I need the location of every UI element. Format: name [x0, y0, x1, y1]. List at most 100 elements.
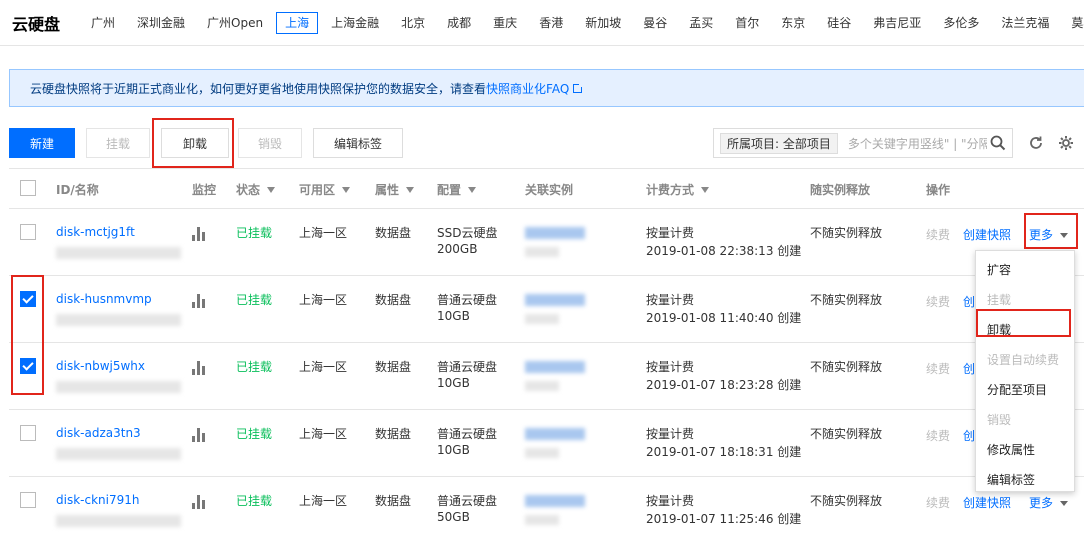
region-tab[interactable]: 法兰克福	[992, 12, 1058, 34]
filter-icon[interactable]	[406, 186, 415, 193]
region-tab[interactable]: 弗吉尼亚	[864, 12, 930, 34]
new-button[interactable]: 新建	[9, 128, 75, 158]
create-snapshot-link[interactable]: 创	[963, 293, 975, 310]
menu-item[interactable]: 扩容	[987, 261, 1011, 278]
filter-icon[interactable]	[468, 186, 477, 193]
col-zone[interactable]: 可用区	[299, 181, 351, 198]
region-tab[interactable]: 新加坡	[576, 12, 630, 34]
instance-link-redacted[interactable]	[525, 294, 585, 306]
region-tab[interactable]: 广州Open	[198, 12, 272, 34]
region-tab[interactable]: 北京	[392, 12, 434, 34]
col-release: 随实例释放	[810, 183, 871, 197]
menu-item: 销毁	[987, 413, 1012, 427]
menu-item: 挂载	[987, 293, 1012, 307]
refresh-icon[interactable]	[1026, 133, 1046, 153]
col-status[interactable]: 状态	[236, 181, 276, 198]
monitor-chart-icon[interactable]	[192, 495, 206, 509]
select-all-checkbox[interactable]	[20, 180, 36, 196]
created-time-text: 2019-01-07 18:18:31 创建	[646, 445, 802, 459]
billing-text: 按量计费	[646, 226, 695, 240]
project-filter-tag[interactable]: 所属项目: 全部项目	[720, 132, 838, 154]
disk-id-link[interactable]: disk-nbwj5whx	[56, 359, 145, 373]
region-tab[interactable]: 成都	[438, 12, 480, 34]
region-tab[interactable]: 曼谷	[634, 12, 676, 34]
table-row: disk-husnmvmp 已挂载 上海一区 数据盘 普通云硬盘 10GB 按量计费 2019…	[9, 276, 1084, 343]
app-title: 云硬盘	[12, 14, 61, 34]
instance-link-redacted[interactable]	[525, 227, 585, 239]
monitor-chart-icon[interactable]	[192, 294, 206, 308]
row-checkbox[interactable]	[20, 425, 36, 441]
col-attr[interactable]: 属性	[375, 181, 415, 198]
region-tab[interactable]: 上海金融	[322, 12, 388, 34]
disk-type-text: 普通云硬盘	[437, 494, 498, 508]
chevron-down-icon	[1060, 501, 1069, 506]
table-row: disk-ckni791h 已挂载 上海一区 数据盘 普通云硬盘 50GB 按量计费 2019…	[9, 477, 1084, 542]
renew-link: 续费	[926, 228, 951, 242]
instance-link-redacted[interactable]	[525, 495, 585, 507]
billing-text: 按量计费	[646, 293, 695, 307]
col-status-label: 状态	[236, 183, 261, 197]
monitor-chart-icon[interactable]	[192, 361, 206, 375]
disk-id-link[interactable]: disk-ckni791h	[56, 493, 139, 507]
region-tab[interactable]: 多伦多	[934, 12, 988, 34]
row-checkbox[interactable]	[20, 492, 36, 508]
filter-icon[interactable]	[342, 186, 351, 193]
region-tab[interactable]: 首尔	[726, 12, 768, 34]
search-box[interactable]: 所属项目: 全部项目 多个关键字用竖线" | "分隔	[713, 128, 1013, 158]
search-icon[interactable]	[987, 132, 1009, 154]
col-billing[interactable]: 计费方式	[646, 181, 710, 198]
region-tab[interactable]: 莫斯科	[1062, 12, 1084, 34]
row-checkbox[interactable]	[20, 291, 36, 307]
menu-item: 设置自动续费	[987, 353, 1060, 367]
disk-size-text: 10GB	[437, 309, 470, 323]
col-billing-label: 计费方式	[646, 183, 695, 197]
region-tab[interactable]: 东京	[772, 12, 814, 34]
instance-link-redacted[interactable]	[525, 428, 585, 440]
renew-link: 续费	[926, 496, 951, 510]
create-snapshot-link[interactable]: 创	[963, 427, 975, 444]
region-tab[interactable]: 深圳金融	[128, 12, 194, 34]
disk-id-link[interactable]: disk-adza3tn3	[56, 426, 141, 440]
region-tab[interactable]: 重庆	[484, 12, 526, 34]
more-button[interactable]: 更多	[1029, 494, 1069, 511]
disk-size-text: 10GB	[437, 443, 470, 457]
create-snapshot-link[interactable]: 创建快照	[963, 494, 1011, 511]
monitor-chart-icon[interactable]	[192, 227, 206, 241]
attr-text: 数据盘	[375, 360, 412, 374]
region-tab[interactable]: 广州	[82, 12, 124, 34]
col-config[interactable]: 配置	[437, 181, 477, 198]
edit-tags-button[interactable]: 编辑标签	[313, 128, 403, 158]
menu-item[interactable]: 卸载	[987, 321, 1011, 338]
col-zone-label: 可用区	[299, 183, 336, 197]
renew-link: 续费	[926, 295, 951, 309]
notice-text: 云硬盘快照将于近期正式商业化，如何更好更省地使用快照保护您的数据安全，请查看	[30, 81, 487, 96]
filter-icon[interactable]	[267, 186, 276, 193]
release-text: 不随实例释放	[810, 293, 883, 307]
menu-item[interactable]: 分配至项目	[987, 381, 1047, 398]
region-tab[interactable]: 硅谷	[818, 12, 860, 34]
row-checkbox[interactable]	[20, 224, 36, 240]
region-tab[interactable]: 孟买	[680, 12, 722, 34]
create-snapshot-link[interactable]: 创	[963, 360, 975, 377]
region-tab[interactable]: 香港	[530, 12, 572, 34]
search-input[interactable]: 多个关键字用竖线" | "分隔	[848, 135, 987, 152]
release-text: 不随实例释放	[810, 226, 883, 240]
zone-text: 上海一区	[299, 360, 348, 374]
faq-link[interactable]: 快照商业化FAQ	[486, 80, 569, 97]
row-checkbox[interactable]	[20, 358, 36, 374]
more-button[interactable]: 更多	[1029, 226, 1069, 243]
filter-icon[interactable]	[701, 186, 710, 193]
table-row: disk-mctjg1ft 已挂载 上海一区 数据盘 SSD云硬盘 200GB 按量计费 20…	[9, 209, 1084, 276]
instance-link-redacted[interactable]	[525, 361, 585, 373]
menu-item[interactable]: 修改属性	[987, 441, 1035, 458]
disk-id-link[interactable]: disk-husnmvmp	[56, 292, 152, 306]
settings-gear-icon[interactable]	[1056, 133, 1076, 153]
disk-id-link[interactable]: disk-mctjg1ft	[56, 225, 135, 239]
region-tab[interactable]: 上海	[276, 11, 319, 34]
menu-item[interactable]: 编辑标签	[987, 471, 1035, 488]
table-row: disk-nbwj5whx 已挂载 上海一区 数据盘 普通云硬盘 10GB 按量计费 2019…	[9, 343, 1084, 410]
zone-text: 上海一区	[299, 494, 348, 508]
unmount-button[interactable]: 卸载	[161, 128, 229, 158]
monitor-chart-icon[interactable]	[192, 428, 206, 442]
create-snapshot-link[interactable]: 创建快照	[963, 226, 1011, 243]
